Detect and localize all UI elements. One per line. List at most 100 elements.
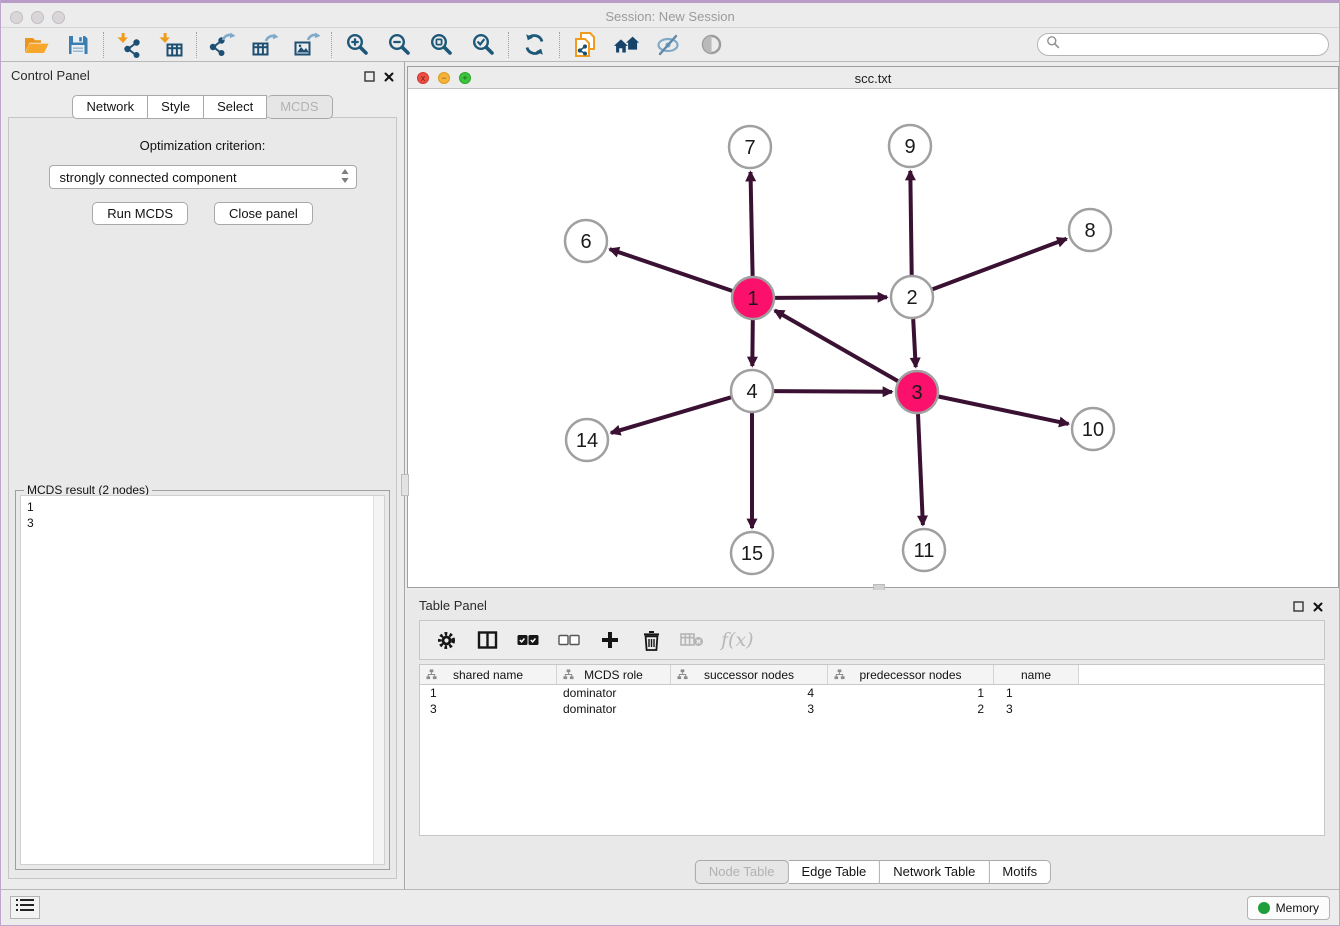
edge-1-6[interactable] [610, 249, 733, 291]
run-mcds-button[interactable]: Run MCDS [92, 202, 188, 225]
node-1[interactable]: 1 [732, 277, 774, 319]
edge-2-3[interactable] [913, 319, 916, 367]
search-input[interactable] [1060, 36, 1328, 54]
export-network-icon[interactable] [208, 31, 236, 59]
column-header-name[interactable]: name [994, 665, 1079, 684]
svg-text:8: 8 [1084, 220, 1095, 242]
status-bar: Memory [1, 889, 1339, 925]
edge-3-11[interactable] [918, 414, 923, 525]
zoom-in-icon[interactable] [343, 31, 371, 59]
houses-icon[interactable] [613, 31, 641, 59]
table-header: shared name MCDS role successor nodes pr… [420, 665, 1324, 685]
tab-motifs[interactable]: Motifs [989, 860, 1051, 884]
function-builder-icon: f(x) [721, 629, 754, 651]
zoom-selected-icon[interactable] [469, 31, 497, 59]
search-box [1037, 33, 1329, 56]
node-10[interactable]: 10 [1072, 408, 1114, 450]
tab-network[interactable]: Network [72, 95, 148, 119]
memory-label: Memory [1276, 901, 1319, 915]
deselect-all-columns-icon[interactable] [557, 628, 581, 652]
network-window-titlebar: x − + scc.txt [408, 67, 1338, 89]
close-table-panel-icon[interactable] [1313, 599, 1323, 617]
add-column-icon[interactable] [598, 628, 622, 652]
eye-icon[interactable] [697, 31, 725, 59]
panel-splitter-handle[interactable] [401, 474, 409, 496]
memory-button[interactable]: Memory [1247, 896, 1330, 920]
table-tabs: Node Table Edge Table Network Table Moti… [695, 860, 1051, 884]
float-panel-icon[interactable] [364, 69, 375, 87]
node-8[interactable]: 8 [1069, 209, 1111, 251]
criterion-select[interactable]: strongly connected component [49, 165, 357, 189]
table-settings-icon[interactable] [434, 628, 458, 652]
hierarchy-icon [563, 669, 574, 683]
tab-mcds[interactable]: MCDS [267, 95, 332, 119]
svg-text:15: 15 [741, 543, 763, 565]
network-canvas[interactable]: 7 9 6 8 1 2 4 3 14 10 15 11 [408, 89, 1338, 587]
optimization-criterion-label: Optimization criterion: [9, 138, 396, 153]
new-network-file-icon[interactable] [571, 31, 599, 59]
mcds-result-text: 1 3 [21, 496, 372, 864]
search-icon [1046, 35, 1060, 54]
save-session-icon[interactable] [64, 31, 92, 59]
zoom-fit-icon[interactable] [427, 31, 455, 59]
mcds-panel: Optimization criterion: strongly connect… [8, 117, 397, 879]
edge-3-10[interactable] [939, 397, 1069, 424]
edge-1-7[interactable] [751, 172, 753, 276]
node-11[interactable]: 11 [903, 529, 945, 571]
edge-4-14[interactable] [611, 397, 731, 433]
export-table-icon[interactable] [250, 31, 278, 59]
open-session-icon[interactable] [22, 31, 50, 59]
tab-style[interactable]: Style [148, 95, 204, 119]
column-header-shared-name[interactable]: shared name [420, 665, 557, 684]
control-panel: Control Panel Network Style Select MCDS … [1, 62, 405, 889]
result-scrollbar[interactable] [373, 496, 384, 864]
close-panel-button[interactable]: Close panel [214, 202, 313, 225]
refresh-icon[interactable] [520, 31, 548, 59]
delete-column-icon[interactable] [639, 628, 663, 652]
show-columns-icon[interactable] [475, 628, 499, 652]
node-15[interactable]: 15 [731, 532, 773, 574]
node-3[interactable]: 3 [896, 371, 938, 413]
task-history-button[interactable] [10, 896, 40, 919]
node-6[interactable]: 6 [565, 220, 607, 262]
close-panel-icon[interactable] [384, 69, 394, 87]
edge-2-8[interactable] [933, 239, 1067, 289]
main-toolbar [1, 28, 1339, 62]
import-table-icon[interactable] [157, 31, 185, 59]
node-2[interactable]: 2 [891, 276, 933, 318]
svg-text:11: 11 [914, 540, 935, 562]
table-cell: 2 [828, 701, 994, 717]
edge-2-9[interactable] [910, 171, 911, 275]
node-14[interactable]: 14 [566, 419, 608, 461]
node-7[interactable]: 7 [729, 126, 771, 168]
svg-text:7: 7 [744, 137, 755, 159]
edge-1-4[interactable] [752, 320, 753, 366]
export-image-icon[interactable] [292, 31, 320, 59]
edge-3-1[interactable] [775, 310, 898, 381]
table-toolbar: f(x) [419, 620, 1325, 660]
float-table-panel-icon[interactable] [1293, 599, 1304, 617]
table-cell: 1 [994, 685, 1079, 701]
table-row[interactable]: 3dominator323 [420, 701, 1324, 717]
node-9[interactable]: 9 [889, 125, 931, 167]
network-view-window: x − + scc.txt 7 9 6 8 1 2 4 3 14 10 15 11 [407, 66, 1339, 588]
node-4[interactable]: 4 [731, 370, 773, 412]
column-header-predecessor-nodes[interactable]: predecessor nodes [828, 665, 994, 684]
import-network-icon[interactable] [115, 31, 143, 59]
hierarchy-icon [677, 669, 688, 683]
zoom-out-icon[interactable] [385, 31, 413, 59]
column-header-successor-nodes[interactable]: successor nodes [671, 665, 828, 684]
tab-select[interactable]: Select [204, 95, 267, 119]
table-row[interactable]: 1dominator411 [420, 685, 1324, 701]
eye-slash-icon[interactable] [655, 31, 683, 59]
tab-network-table[interactable]: Network Table [880, 860, 989, 884]
svg-text:6: 6 [580, 231, 591, 253]
tab-edge-table[interactable]: Edge Table [788, 860, 880, 884]
select-all-columns-icon[interactable] [516, 628, 540, 652]
edge-4-3[interactable] [774, 391, 892, 392]
edge-1-2[interactable] [775, 297, 887, 298]
delete-table-icon [680, 628, 704, 652]
column-header-mcds-role[interactable]: MCDS role [557, 665, 671, 684]
svg-text:3: 3 [911, 382, 922, 404]
tab-node-table[interactable]: Node Table [695, 860, 789, 884]
